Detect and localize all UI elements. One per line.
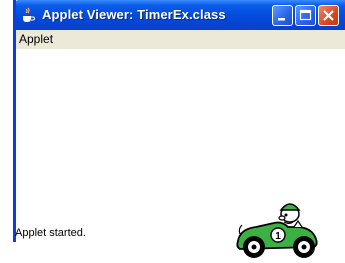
java-coffee-cup-icon — [23, 7, 35, 22]
menu-applet[interactable]: Applet — [19, 32, 53, 46]
status-text: Applet started. — [15, 227, 86, 239]
maximize-button[interactable] — [295, 5, 316, 26]
title-bar[interactable]: Applet Viewer: TimerEx.class — [13, 0, 345, 30]
applet-canvas[interactable]: 1 — [16, 49, 345, 258]
minimize-icon — [278, 18, 285, 21]
window-title: Applet Viewer: TimerEx.class — [42, 7, 226, 22]
close-button[interactable] — [318, 5, 339, 26]
green-race-car-icon: 1 — [236, 203, 318, 258]
car-number: 1 — [275, 231, 281, 242]
applet-viewer-window: Applet Viewer: TimerEx.class Applet 1 Ap… — [13, 0, 345, 258]
menu-bar: Applet — [16, 30, 345, 49]
maximize-icon — [299, 9, 312, 21]
minimize-button[interactable] — [272, 5, 293, 26]
close-icon — [323, 10, 334, 21]
